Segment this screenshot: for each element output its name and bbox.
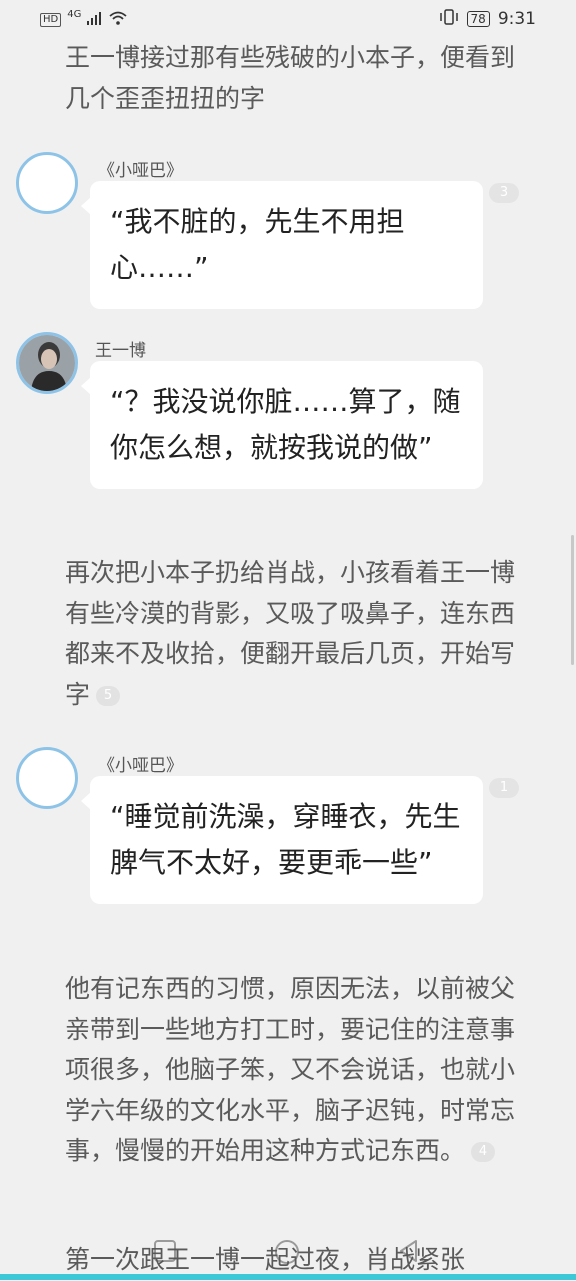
dialogue-text: “我不脏的，先生不用担心……” [110,205,405,284]
navigation-bar [0,1228,576,1280]
network-type: 4G [67,9,82,20]
story-paragraph: 他有记东西的习惯，原因无法，以前被父亲带到一些地方打工时，要记住的注意事项很多，… [65,969,515,1172]
dialogue-bubble: “睡觉前洗澡，穿睡衣，先生脾气不太好，要更乖一些” [81,776,483,904]
status-left: HD 4G [40,9,127,29]
speaker-name: 王一博 [95,341,146,361]
paragraph-text: 王一博接过那有些残破的小本子，便看到几个歪歪扭扭的字 [65,43,516,113]
comment-count-badge[interactable]: 1 [489,778,519,798]
vibrate-icon [439,9,459,29]
triangle-back-icon[interactable] [396,1238,422,1268]
avatar[interactable] [16,152,78,214]
bubble-tail [81,792,91,810]
comment-count-badge[interactable]: 5 [96,685,121,706]
scrollbar-thumb[interactable] [571,535,574,665]
signal-icon [87,10,103,29]
story-paragraph: 再次把小本子扔给肖战，小孩看着王一博有些冷漠的背影，又吸了吸鼻子，连东西都来不及… [65,553,515,715]
dialogue-text: “？我没说你脏……算了，随你怎么想，就按我说的做” [110,385,461,464]
battery-indicator: 78 [466,11,490,27]
dialogue-text: “睡觉前洗澡，穿睡衣，先生脾气不太好，要更乖一些” [110,800,461,879]
story-paragraph: 王一博接过那有些残破的小本子，便看到几个歪歪扭扭的字 [65,38,515,119]
bubble-tail [81,377,91,395]
avatar[interactable] [16,747,78,809]
speaker-name: 《小哑巴》 [98,756,183,776]
wifi-icon [109,10,127,29]
speaker-name: 《小哑巴》 [98,161,183,181]
paragraph-text: 再次把小本子扔给肖战，小孩看着王一博有些冷漠的背影，又吸了吸鼻子，连东西都来不及… [65,558,516,709]
status-right: 78 9:31 [439,9,536,29]
avatar[interactable] [16,332,78,394]
comment-count-badge[interactable]: 4 [471,1142,496,1162]
paragraph-text: 他有记东西的习惯，原因无法，以前被父亲带到一些地方打工时，要记住的注意事项很多，… [65,974,516,1165]
bottom-accent-bar [0,1274,576,1280]
status-time: 9:31 [497,9,536,29]
hd-badge: HD [40,12,62,27]
square-icon[interactable] [152,1238,178,1268]
comment-count-badge[interactable]: 3 [489,183,519,203]
bubble-tail [81,197,91,215]
circle-icon[interactable] [273,1238,301,1270]
dialogue-bubble: “我不脏的，先生不用担心……” [81,181,483,309]
dialogue-bubble: “？我没说你脏……算了，随你怎么想，就按我说的做” [81,361,483,489]
status-bar: HD 4G 78 9:31 [0,0,576,40]
avatar-photo [19,335,75,391]
